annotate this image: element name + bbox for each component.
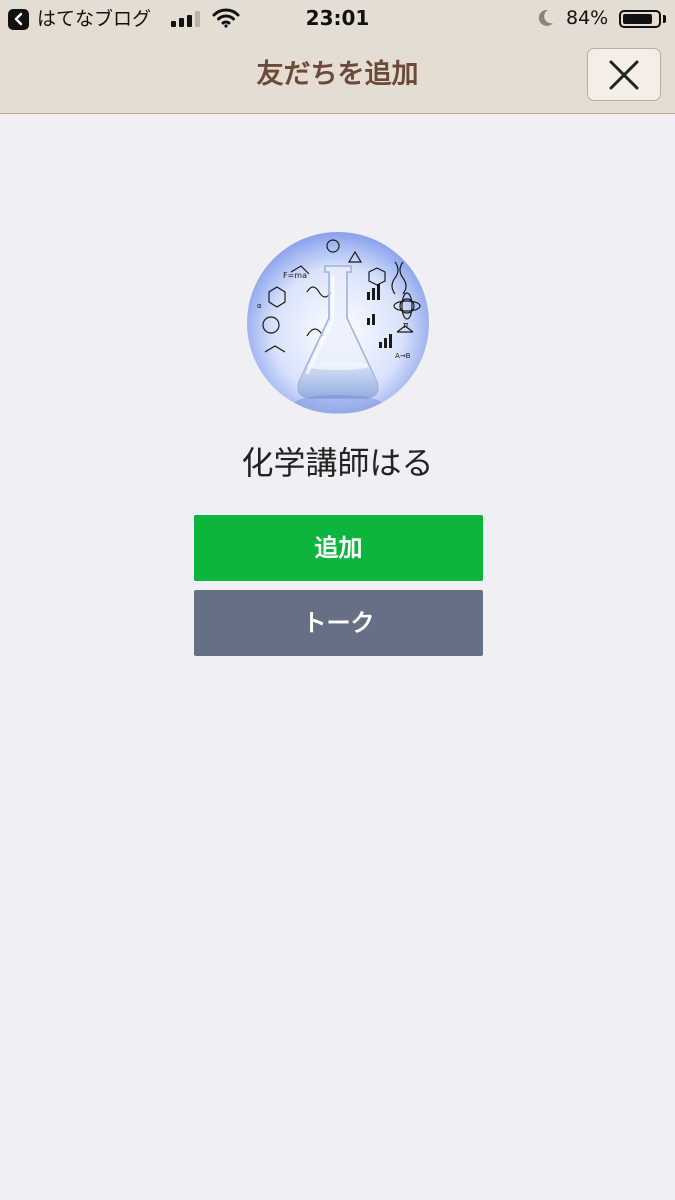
svg-text:α: α	[257, 302, 262, 310]
close-icon	[609, 60, 639, 89]
flask-science-avatar-image: F=ma A→B π α	[247, 232, 429, 414]
profile-name: 化学講師はる	[241, 444, 434, 482]
battery-percent: 84%	[566, 7, 609, 29]
svg-text:A→B: A→B	[395, 352, 411, 360]
battery-fill	[623, 14, 652, 24]
nav-bar: 友だちを追加	[0, 38, 675, 114]
page-title: 友だちを追加	[256, 59, 419, 90]
do-not-disturb-moon-icon	[538, 9, 553, 26]
close-button[interactable]	[587, 48, 661, 101]
status-bar: はてなブログ 23:01 84%	[0, 0, 675, 38]
svg-text:F=ma: F=ma	[283, 271, 307, 280]
battery-icon	[619, 10, 661, 28]
talk-button[interactable]: トーク	[194, 590, 483, 656]
svg-text:π: π	[403, 321, 409, 331]
profile-avatar: F=ma A→B π α	[247, 232, 429, 414]
battery-cap	[663, 15, 666, 23]
add-friend-button[interactable]: 追加	[194, 515, 483, 581]
